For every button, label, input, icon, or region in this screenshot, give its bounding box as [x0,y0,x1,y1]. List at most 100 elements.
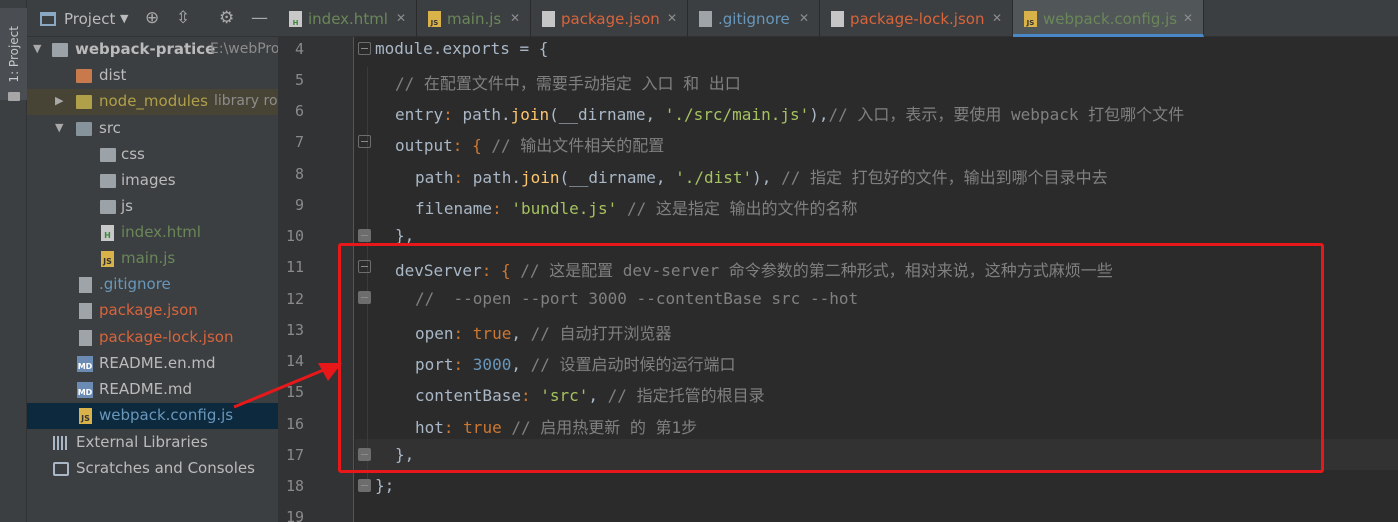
project-panel: Project ▼ ⊕ ⇳ ⚙ — ▼ webpack-pratice E:\w… [27,0,278,522]
close-icon[interactable]: ✕ [510,11,520,25]
gear-icon[interactable]: ⚙ [219,8,234,28]
fold-marker[interactable] [358,135,371,148]
tree-item-label: README.md [99,380,193,398]
project-panel-header: Project ▼ ⊕ ⇳ ⚙ — [27,0,278,37]
tree-item-js[interactable]: js [27,194,278,220]
tab-label: package-lock.json [850,10,985,28]
tree-item-label: webpack.config.js [99,406,234,424]
gitignore-file-icon [699,11,712,27]
editor-tab-bar: H index.html ✕ JS main.js ✕ package.json… [278,0,1398,37]
chevron-down-icon[interactable]: ▼ [33,42,41,55]
fold-marker[interactable] [358,42,371,55]
html-file-icon: H [101,225,114,241]
tree-item-label: dist [99,66,127,84]
line-number: 6 [294,102,304,120]
line-number: 4 [294,40,304,58]
tree-item-main-js[interactable]: JS main.js [27,246,278,272]
tree-item-dist[interactable]: dist [27,63,278,89]
close-icon[interactable]: ✕ [992,11,1002,25]
js-file-icon: JS [428,11,441,27]
project-tool-button[interactable]: 1: Project [0,8,27,101]
root-folder-path: E:\webPro [210,41,278,57]
tab-label: index.html [308,10,388,28]
hide-panel-icon[interactable]: — [251,8,268,28]
locate-target-icon[interactable]: ⊕ [145,8,159,28]
code-line-8: path: path.join(__dirname, './dist'), //… [415,168,1108,187]
line-number: 8 [294,165,304,183]
folder-icon [76,122,92,136]
close-icon[interactable]: ✕ [1183,11,1193,25]
tree-item-gitignore[interactable]: .gitignore [27,272,278,298]
tab-label: main.js [447,10,502,28]
folder-icon [8,92,20,101]
tree-item-package-lock-json[interactable]: package-lock.json [27,325,278,351]
markdown-file-icon: MD [77,382,93,398]
line-number: 16 [285,415,304,433]
tab-package-lock-json[interactable]: package-lock.json ✕ [820,0,1013,37]
annotation-highlight-box [338,243,1324,473]
folder-icon [100,200,116,214]
close-icon[interactable]: ✕ [396,11,406,25]
fold-marker[interactable] [358,229,371,242]
collapse-all-icon[interactable]: ⇳ [176,8,190,28]
code-line-18: }; [375,476,395,495]
chevron-right-icon[interactable]: ▶ [55,94,63,107]
project-tool-label: 1: Project [7,26,21,83]
tab-webpack-config-js[interactable]: JS webpack.config.js ✕ [1013,0,1204,37]
tree-item-scratches[interactable]: Scratches and Consoles [27,456,278,482]
tree-item-external-libraries[interactable]: External Libraries [27,430,278,456]
chevron-down-icon[interactable]: ▼ [120,12,128,25]
tree-item-label: package-lock.json [99,328,234,346]
tree-item-node-modules[interactable]: ▶ node_modules library ro [27,89,278,115]
tree-item-package-json[interactable]: package.json [27,298,278,324]
annotation-arrow-icon [233,363,342,409]
scratches-icon [53,462,69,476]
tree-item-label: README.en.md [99,354,216,372]
tab-main-js[interactable]: JS main.js ✕ [417,0,531,37]
line-number: 10 [285,227,304,245]
close-icon[interactable]: ✕ [667,11,677,25]
markdown-file-icon: MD [77,356,93,372]
tree-item-src[interactable]: ▼ src [27,116,278,142]
json-file-icon [79,303,92,319]
tree-item-hint: library ro [214,93,278,109]
project-view-selector[interactable]: Project [64,10,115,28]
fold-marker[interactable] [358,479,371,492]
json-file-icon [79,330,92,346]
tree-item-label: css [121,145,145,163]
line-number: 17 [285,446,304,464]
tree-item-label: images [121,171,176,189]
folder-icon [100,174,116,188]
tree-item-label: External Libraries [76,433,208,451]
tree-item-css[interactable]: css [27,142,278,168]
tree-item-label: node_modules [99,92,208,110]
tree-item-images[interactable]: images [27,168,278,194]
folder-icon [76,69,92,83]
tab-package-json[interactable]: package.json ✕ [531,0,688,37]
tree-item-label: src [99,119,121,137]
tree-item-index-html[interactable]: H index.html [27,220,278,246]
tree-item-label: index.html [121,223,201,241]
folder-icon [76,95,92,109]
line-number: 19 [285,508,304,522]
code-line-6: entry: path.join(__dirname, './src/main.… [395,105,1185,124]
line-number: 9 [294,196,304,214]
code-line-7: output: { // 输出文件相关的配置 [395,136,665,155]
tree-item-label: main.js [121,249,176,267]
js-file-icon: JS [79,408,92,424]
json-file-icon [831,11,844,27]
tree-item-label: package.json [99,301,198,319]
line-number: 7 [294,133,304,151]
tree-item-label: .gitignore [99,275,171,293]
tree-root[interactable]: ▼ webpack-pratice E:\webPro [27,37,278,63]
tab-gitignore[interactable]: .gitignore ✕ [688,0,820,37]
close-icon[interactable]: ✕ [799,11,809,25]
tab-label: package.json [561,10,660,28]
json-file-icon [542,11,555,27]
tab-index-html[interactable]: H index.html ✕ [278,0,417,37]
line-number: 12 [285,290,304,308]
folder-icon [100,148,116,162]
tree-item-label: Scratches and Consoles [76,459,255,477]
folder-icon [52,43,68,57]
chevron-down-icon[interactable]: ▼ [55,121,63,134]
